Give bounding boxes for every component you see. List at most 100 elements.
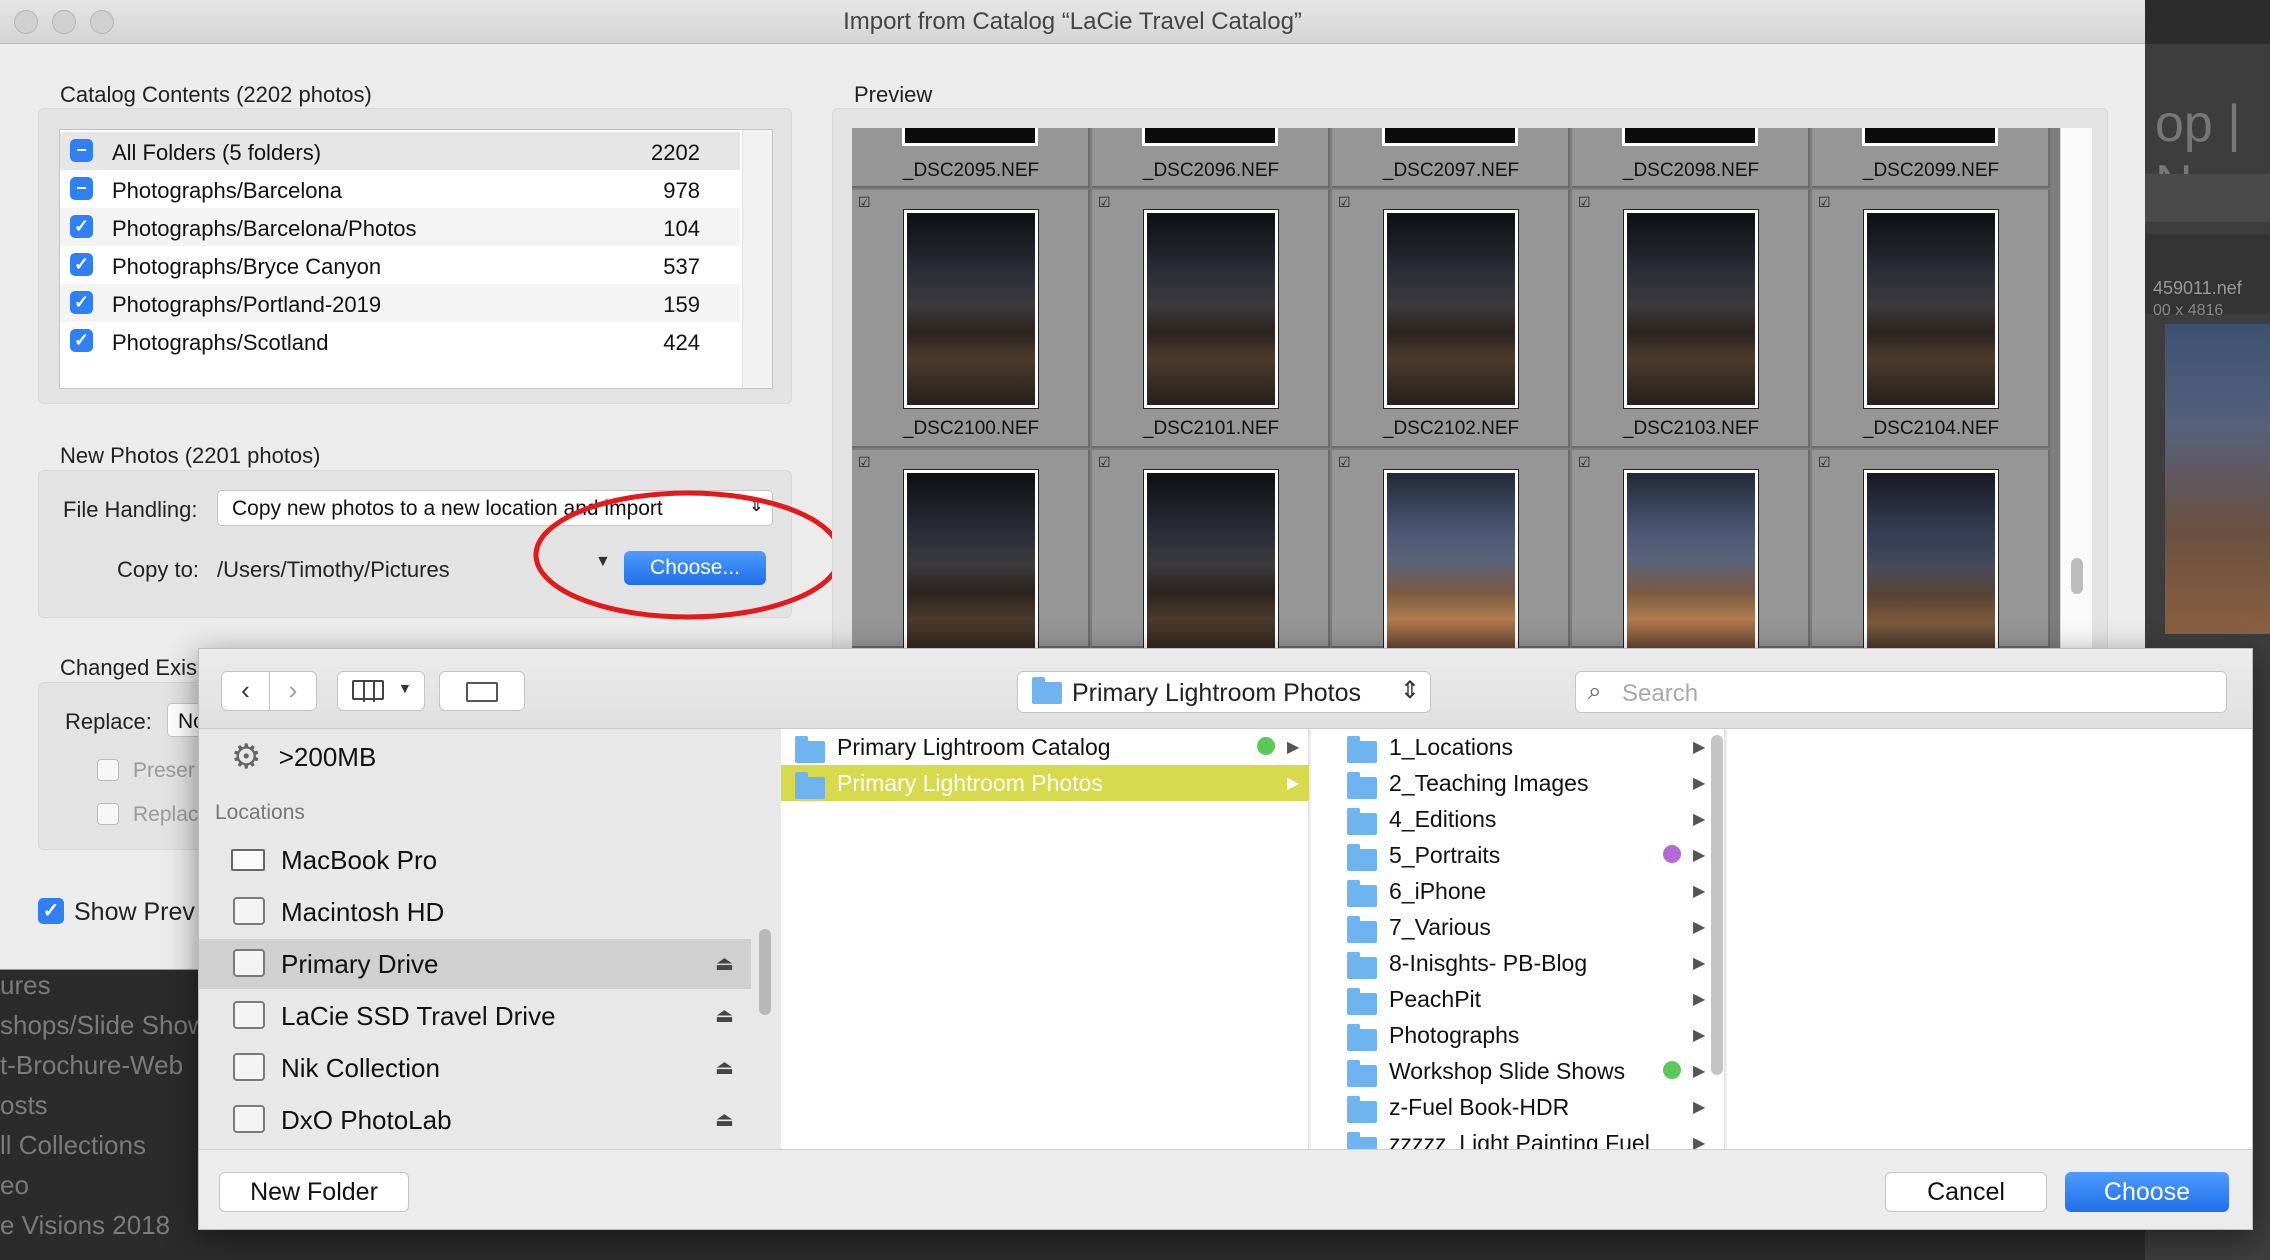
view-mode-button[interactable]: ▼ [337,671,425,711]
preview-check-icon[interactable]: ☑ [1818,454,1831,471]
back-button[interactable]: ‹ [222,672,270,710]
preview-cell[interactable]: ☑ [1812,450,2050,668]
sidebar-item-macbook-pro[interactable]: MacBook Pro [199,835,751,885]
folder-checkbox[interactable]: ✓ [70,291,93,314]
folder-item-catalog[interactable]: Primary Lightroom Catalog ▶ [781,729,1309,765]
eject-icon[interactable]: ⏏ [715,1055,734,1080]
preserve-checkbox[interactable] [97,759,119,781]
replace-label: Replace: [65,709,152,734]
preview-check-icon[interactable]: ☑ [1098,454,1111,471]
folder-checkbox[interactable]: − [70,177,93,200]
preview-cell[interactable]: ☑ [852,450,1090,668]
sidebar-item-nik-collection[interactable]: Nik Collection ⏏ [199,1043,751,1093]
sidebar-item-dxo-photolab[interactable]: DxO PhotoLab ⏏ [199,1095,751,1145]
replace-option-checkbox[interactable] [97,803,119,825]
folder-item[interactable]: z-Fuel Book-HDR ▶ [1311,1089,1711,1125]
folder-checkbox[interactable]: ✓ [70,253,93,276]
preview-cell[interactable]: ☑ [1572,450,1810,668]
preview-grid[interactable]: _DSC2095.NEF _DSC2096.NEF _DSC2097.NEF _… [852,128,2092,668]
external-drive-icon [233,1105,265,1133]
folder-item[interactable]: 8-Inisghts- PB-Blog ▶ [1311,945,1711,981]
preview-thumbnail [1622,128,1758,146]
preview-filename: _DSC2104.NEF [1862,418,2000,439]
preview-check-icon[interactable]: ☑ [1578,194,1591,211]
folder-row[interactable]: ✓ Photographs/Bryce Canyon 537 [60,246,740,284]
folder-item-label: Photographs [1389,1022,1520,1048]
sidebar-item-200mb[interactable]: ⚙ >200MB [231,737,376,777]
folder-item[interactable]: 4_Editions ▶ [1311,801,1711,837]
folder-checkbox[interactable]: ✓ [70,329,93,352]
sidebar-scroll-thumb[interactable] [759,929,771,1015]
folder-item[interactable]: zzzzz_Light Painting Fuel ▶ [1311,1125,1711,1149]
preview-check-icon[interactable]: ☑ [1098,194,1111,211]
folder-icon [1032,677,1062,704]
eject-icon[interactable]: ⏏ [715,951,734,976]
folder-row[interactable]: ✓ Photographs/Barcelona/Photos 104 [60,208,740,246]
eject-icon[interactable]: ⏏ [715,1003,734,1028]
folder-icon [1347,1023,1377,1051]
hard-drive-icon [233,897,265,925]
location-popup-label: Primary Lightroom Photos [1072,679,1362,707]
preview-check-icon[interactable]: ☑ [1818,194,1831,211]
sidebar-item-label: Macintosh HD [281,897,445,927]
folder-item[interactable]: 5_Portraits ▶ [1311,837,1711,873]
list-scrollbar[interactable] [742,130,772,388]
folder-checkbox[interactable]: − [70,139,93,162]
folder-item[interactable]: PeachPit ▶ [1311,981,1711,1017]
preview-check-icon[interactable]: ☑ [1338,194,1351,211]
preview-cell[interactable]: _DSC2096.NEF [1092,128,1330,188]
lr-file-dims: 00 x 4816 [2153,302,2224,319]
preview-cell[interactable]: ☑ _DSC2103.NEF [1572,190,1810,448]
preview-scrollbar[interactable] [2060,128,2092,648]
folder-row[interactable]: ✓ Photographs/Scotland 424 [60,322,740,360]
new-folder-button[interactable]: New Folder [219,1172,409,1212]
chevron-right-icon: ▶ [1693,847,1706,864]
preview-cell[interactable]: ☑ _DSC2104.NEF [1812,190,2050,448]
column-scroll-thumb[interactable] [1711,735,1723,1075]
preview-cell[interactable]: ☑ _DSC2100.NEF [852,190,1090,448]
cancel-button[interactable]: Cancel [1885,1172,2047,1212]
folder-item[interactable]: 2_Teaching Images ▶ [1311,765,1711,801]
folder-item[interactable]: Workshop Slide Shows ▶ [1311,1053,1711,1089]
lr-collection-item: ures [0,970,51,1000]
preview-cell[interactable]: _DSC2095.NEF [852,128,1090,188]
catalog-folder-list[interactable]: − All Folders (5 folders) 2202 − Photogr… [59,129,773,389]
preview-check-icon[interactable]: ☑ [1338,454,1351,471]
preview-scroll-thumb[interactable] [2071,558,2083,594]
folder-item[interactable]: 1_Locations ▶ [1311,729,1711,765]
preview-cell[interactable]: _DSC2098.NEF [1572,128,1810,188]
sidebar-item-primary-drive[interactable]: Primary Drive ⏏ [199,939,751,989]
preview-check-icon[interactable]: ☑ [858,454,871,471]
preview-check-icon[interactable]: ☑ [858,194,871,211]
sidebar-item-label: MacBook Pro [281,845,438,875]
preview-cell[interactable]: _DSC2099.NEF [1812,128,2050,188]
folder-row[interactable]: − Photographs/Barcelona 978 [60,170,740,208]
folder-item-photos-selected[interactable]: Primary Lightroom Photos ▶ [781,765,1309,801]
new-folder-toolbar-button[interactable] [439,671,525,711]
green-tag-dot [1663,1061,1681,1079]
preview-cell[interactable]: ☑ _DSC2101.NEF [1092,190,1330,448]
columns-view-icon [352,680,384,702]
lr-file-info: 459011.nef 00 x 4816 [2145,234,2270,319]
location-popup[interactable]: Primary Lightroom Photos ⇕ [1017,671,1431,713]
folder-row[interactable]: ✓ Photographs/Portland-2019 159 [60,284,740,322]
folder-row[interactable]: − All Folders (5 folders) 2202 [60,132,740,170]
preview-cell[interactable]: _DSC2097.NEF [1332,128,1570,188]
preview-cell[interactable]: ☑ [1092,450,1330,668]
folder-item[interactable]: 7_Various ▶ [1311,909,1711,945]
show-preview-checkbox[interactable]: ✓ [38,898,64,924]
folder-name: Photographs/Barcelona [112,178,342,203]
sidebar-item-macintosh-hd[interactable]: Macintosh HD [199,887,751,937]
choose-button[interactable]: Choose [2065,1172,2229,1212]
folder-icon [795,735,825,763]
folder-item[interactable]: Photographs ▶ [1311,1017,1711,1053]
folder-checkbox[interactable]: ✓ [70,215,93,238]
forward-button[interactable]: › [270,672,316,710]
eject-icon[interactable]: ⏏ [715,1107,734,1132]
preview-check-icon[interactable]: ☑ [1578,454,1591,471]
sidebar-item-lacie-ssd[interactable]: LaCie SSD Travel Drive ⏏ [199,991,751,1041]
preview-cell[interactable]: ☑ [1332,450,1570,668]
folder-item[interactable]: 6_iPhone ▶ [1311,873,1711,909]
preview-cell[interactable]: ☑ _DSC2102.NEF [1332,190,1570,448]
search-field[interactable]: ⌕ Search [1575,671,2227,713]
